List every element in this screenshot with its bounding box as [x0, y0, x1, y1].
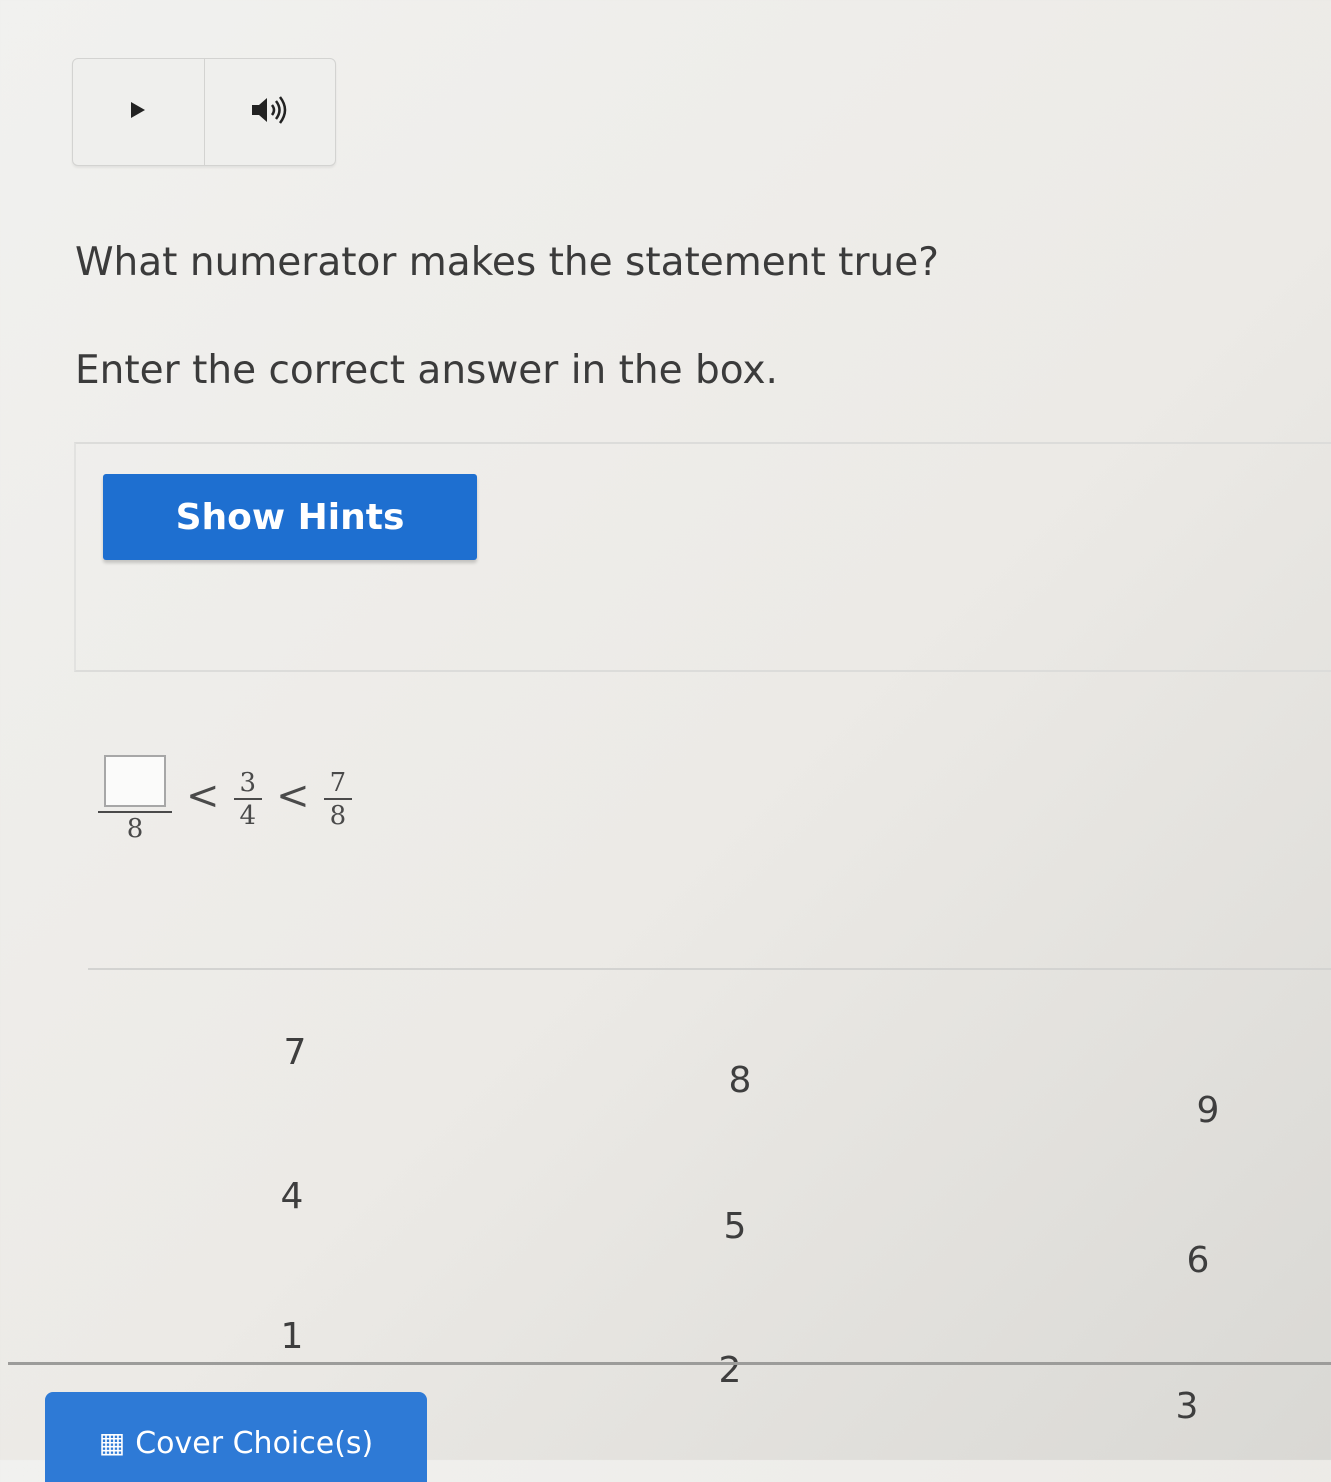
numerator-answer-input[interactable]: [104, 755, 166, 807]
fraction-seven-eighths: 7 8: [323, 768, 353, 832]
denominator: 8: [329, 801, 347, 831]
volume-button[interactable]: [203, 59, 336, 165]
numerator: 3: [239, 768, 257, 798]
choice-button[interactable]: 8: [710, 1052, 770, 1108]
less-than-sign: <: [186, 773, 220, 819]
play-button[interactable]: [73, 59, 204, 165]
choice-button[interactable]: 6: [1168, 1232, 1228, 1288]
denominator: 4: [239, 801, 257, 831]
choice-button[interactable]: 9: [1178, 1082, 1238, 1138]
question-prompt: What numerator makes the statement true?: [75, 240, 939, 285]
cover-choices-label: Cover Choice(s): [135, 1426, 374, 1461]
divider: [8, 1362, 1331, 1365]
question-instruction: Enter the correct answer in the box.: [75, 348, 778, 393]
denominator: 8: [126, 814, 144, 844]
choice-button[interactable]: 1: [262, 1308, 322, 1364]
audio-controls: [72, 58, 336, 166]
play-icon: [128, 100, 148, 124]
volume-icon: [250, 94, 290, 130]
unknown-fraction: 8: [98, 755, 172, 845]
show-hints-button[interactable]: Show Hints: [103, 474, 477, 560]
cover-choices-button[interactable]: ▦ Cover Choice(s): [45, 1392, 427, 1482]
less-than-sign: <: [276, 773, 310, 819]
fraction-statement: 8 < 3 4 < 7 8: [98, 755, 353, 845]
cover-icon: ▦: [98, 1426, 126, 1459]
choice-button[interactable]: 7: [265, 1024, 325, 1080]
fraction-three-fourths: 3 4: [233, 768, 263, 832]
choice-button[interactable]: 4: [262, 1168, 322, 1224]
numerator: 7: [329, 768, 347, 798]
choice-button[interactable]: 3: [1157, 1378, 1217, 1434]
choice-button[interactable]: 5: [705, 1198, 765, 1254]
choice-button[interactable]: 2: [700, 1342, 760, 1398]
